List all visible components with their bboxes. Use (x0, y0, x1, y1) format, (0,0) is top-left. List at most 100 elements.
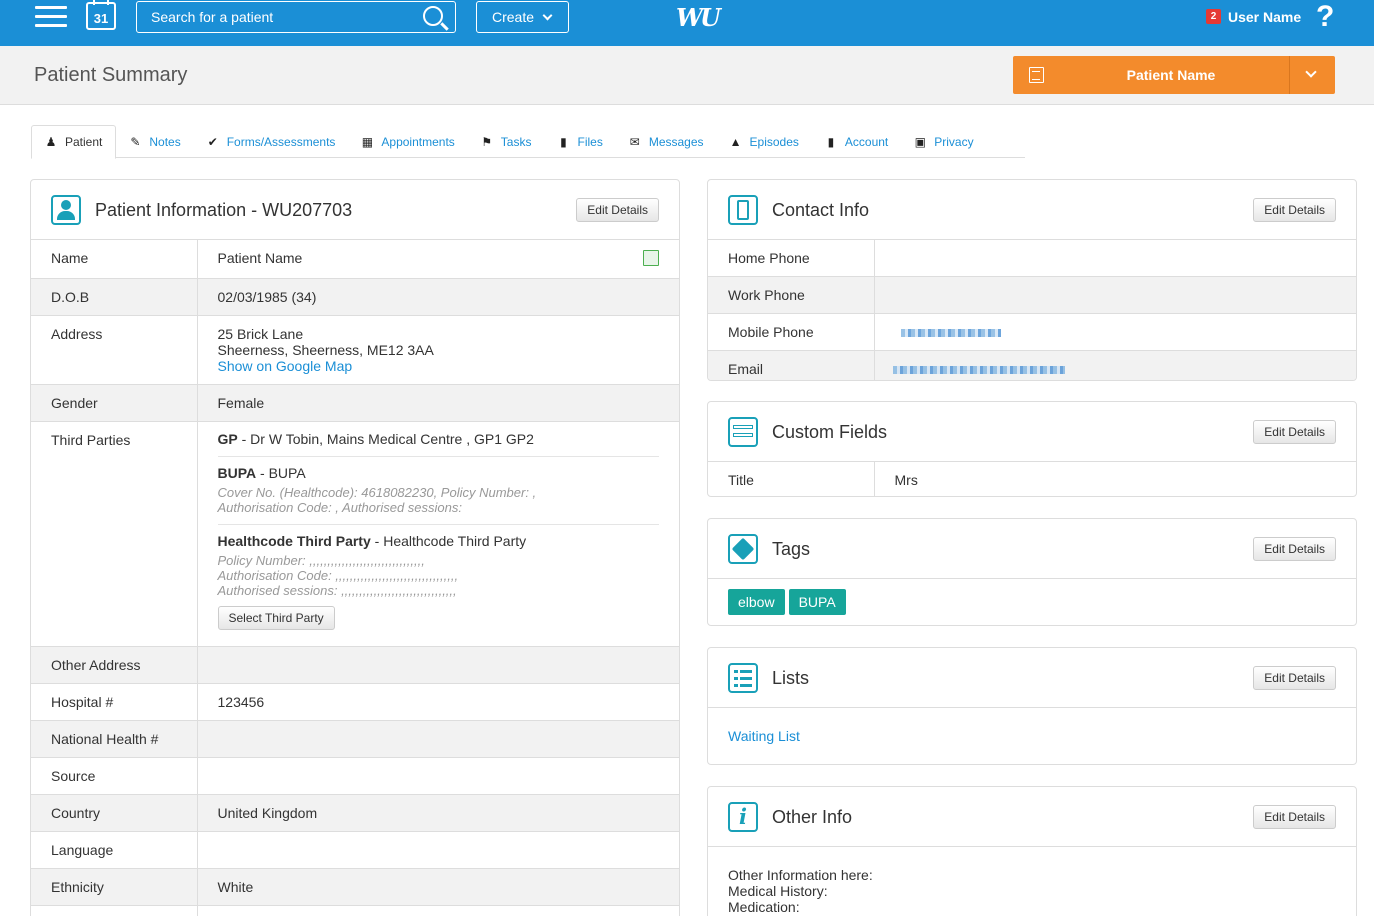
table-row: Source (31, 757, 679, 795)
row-value: Name: A Person (197, 905, 679, 916)
third-party-name: - Healthcode Third Party (370, 532, 527, 549)
tab-forms-assessments[interactable]: ✔ Forms/Assessments (194, 125, 349, 158)
third-party-healthcode: Healthcode Third Party - Healthcode Thir… (217, 532, 660, 630)
row-value: United Kingdom (197, 794, 679, 832)
edit-details-button[interactable]: Edit Details (1253, 666, 1336, 690)
third-party-type: Healthcode Third Party (217, 532, 371, 549)
row-label: Gender (31, 384, 198, 422)
redacted-email (892, 366, 1065, 374)
third-party-detail: Authorisation Code: ,,,,,,,,,,,,,,,,,,,,… (217, 567, 459, 583)
third-party-name: - Dr W Tobin, Mains Medical Centre , GP1… (237, 430, 534, 447)
page-title: Patient Summary (34, 64, 188, 86)
third-party-bupa: BUPA - BUPA Cover No. (Healthcode): 4618… (217, 464, 659, 525)
tab-label: Notes (149, 134, 181, 149)
third-party-type: GP (217, 430, 238, 447)
tab-account[interactable]: ▮ Account (812, 125, 901, 158)
tab-privacy[interactable]: ▣ Privacy (901, 125, 986, 158)
folder-open-icon: ▲ (729, 134, 742, 149)
address-line: 25 Brick Lane (217, 325, 304, 342)
tab-label: Messages (648, 134, 704, 149)
redacted-phone (900, 329, 1001, 337)
user-menu[interactable]: User Name (1228, 9, 1301, 25)
table-row: Mobile Phone (708, 313, 1356, 351)
bookmark-icon: ▮ (827, 134, 835, 149)
other-info-panel: i Other Info Edit Details Other Informat… (707, 786, 1357, 916)
row-label: Mobile Phone (708, 313, 875, 351)
tab-files[interactable]: ▮ Files (544, 125, 615, 158)
tag-list: elbow BUPA (708, 579, 1356, 625)
calendar-icon[interactable]: 31 (86, 0, 116, 30)
custom-fields-panel: Custom Fields Edit Details Title Mrs (707, 401, 1357, 497)
other-info-line: Medical History: (728, 883, 828, 899)
edit-details-button[interactable]: Edit Details (1253, 805, 1336, 829)
patient-search (136, 1, 456, 33)
chevron-down-icon[interactable] (1305, 66, 1317, 78)
tab-label: Episodes (749, 134, 799, 149)
table-row: Home Phone (708, 240, 1356, 277)
tab-appointments[interactable]: ▦ Appointments (348, 125, 467, 158)
notification-badge[interactable]: 2 (1206, 9, 1221, 24)
check-icon: ✔ (207, 134, 218, 149)
create-label: Create (492, 9, 535, 25)
tab-label: Forms/Assessments (226, 134, 336, 149)
row-value: Patient Name (217, 250, 303, 266)
search-icon[interactable] (423, 6, 443, 26)
lock-icon: ▣ (914, 134, 926, 149)
tab-episodes[interactable]: ▲ Episodes (717, 125, 812, 158)
contact-table: Home Phone Work Phone Mobile Phone Email (708, 240, 1356, 380)
tag-bupa[interactable]: BUPA (788, 589, 846, 615)
panel-title: Contact Info (772, 200, 870, 220)
tab-label: Files (577, 134, 603, 149)
menu-icon[interactable] (35, 6, 67, 28)
tag-icon (728, 534, 758, 564)
tab-label: Tasks (500, 134, 532, 149)
file-icon: ▮ (560, 134, 567, 149)
third-party-detail: Policy Number: ,,,,,,,,,,,,,,,,,,,,,,,,,… (217, 552, 425, 568)
search-input[interactable] (137, 2, 417, 32)
patient-details-table: Name Patient Name D.O.B 02/03/1985 (34) … (31, 240, 679, 916)
row-label: Other Address (31, 646, 198, 684)
tags-panel: Tags Edit Details elbow BUPA (707, 518, 1357, 626)
create-button[interactable]: Create (476, 1, 569, 33)
top-navigation-bar: 31 Create WU 2 User Name ? (0, 0, 1374, 46)
row-value: White (197, 868, 679, 906)
edit-details-button[interactable]: Edit Details (1253, 420, 1336, 444)
info-icon: i (728, 802, 758, 832)
tab-patient[interactable]: ♟ Patient (31, 125, 117, 159)
envelope-icon: ✉ (629, 134, 640, 149)
tag-elbow[interactable]: elbow (728, 589, 785, 615)
patient-name-label: Patient Name (1126, 67, 1216, 83)
edit-details-button[interactable]: Edit Details (576, 198, 659, 222)
google-map-link[interactable]: Show on Google Map (218, 358, 660, 374)
select-third-party-button[interactable]: Select Third Party (217, 605, 335, 630)
help-icon[interactable]: ? (1316, 0, 1334, 34)
flag-icon: ⚑ (481, 134, 493, 149)
tab-messages[interactable]: ✉ Messages (616, 125, 717, 158)
patient-name-button[interactable]: Patient Name (1013, 56, 1335, 94)
edit-details-button[interactable]: Edit Details (1253, 537, 1336, 561)
person-icon: ♟ (45, 135, 57, 149)
row-label: Ethnicity (31, 868, 198, 906)
row-label: Source (31, 757, 198, 795)
table-row: Title Mrs (708, 462, 1356, 496)
tab-notes[interactable]: ✎ Notes (116, 125, 193, 158)
row-value: Mrs (894, 472, 918, 488)
notes-icon[interactable] (643, 250, 659, 266)
row-label: Home Phone (708, 240, 875, 277)
document-icon (1029, 67, 1044, 83)
table-row: National Health # (31, 720, 679, 758)
calendar-icon: ▦ (361, 134, 374, 149)
address-line: Sheerness, Sheerness, ME12 3AA (217, 341, 434, 358)
table-row: Ethnicity White (31, 868, 679, 906)
lists-panel: Lists Edit Details Waiting List (707, 647, 1357, 765)
table-row: D.O.B 02/03/1985 (34) (31, 278, 679, 316)
edit-details-button[interactable]: Edit Details (1253, 198, 1336, 222)
third-party-type: BUPA (217, 464, 257, 481)
tab-tasks[interactable]: ⚑ Tasks (468, 125, 545, 158)
table-row: Gender Female (31, 384, 679, 422)
table-row: Other Address (31, 646, 679, 684)
row-value: Female (197, 384, 679, 422)
panel-title: Custom Fields (772, 422, 888, 442)
patient-tabs: ♟ Patient ✎ Notes ✔ Forms/Assessments ▦ Appo… (31, 125, 1025, 159)
waiting-list-link[interactable]: Waiting List (728, 728, 800, 744)
